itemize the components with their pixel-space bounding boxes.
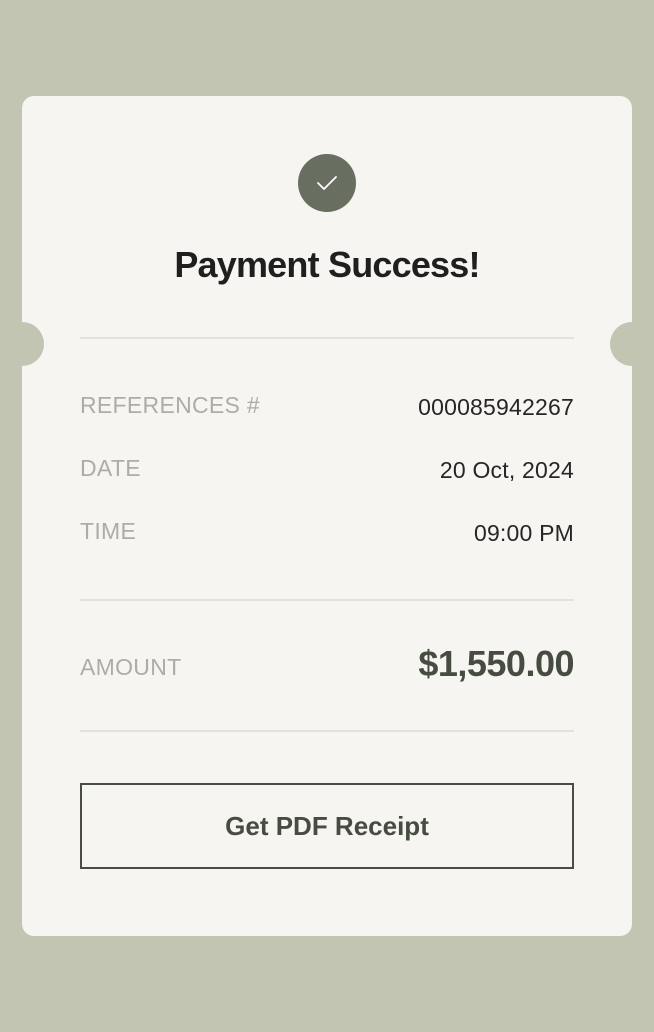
divider-top (80, 337, 574, 339)
ticket-notch-right (610, 322, 654, 366)
success-badge (298, 154, 356, 212)
date-label: DATE (80, 455, 141, 481)
detail-row-time: TIME 09:00 PM (80, 518, 574, 552)
ticket-notch-left (0, 322, 44, 366)
amount-value: $1,550.00 (418, 643, 574, 684)
amount-row: AMOUNT $1,550.00 (80, 643, 574, 693)
receipt-card: Payment Success! REFERENCES # 0000859422… (0, 96, 654, 936)
divider-bottom (80, 730, 574, 732)
get-pdf-receipt-button[interactable]: Get PDF Receipt (80, 783, 574, 869)
page-title: Payment Success! (174, 244, 480, 285)
time-value: 09:00 PM (473, 520, 574, 546)
divider-middle (80, 599, 574, 601)
detail-row-reference: REFERENCES # 000085942267 (80, 392, 574, 426)
date-value: 20 Oct, 2024 (439, 457, 574, 483)
detail-row-date: DATE 20 Oct, 2024 (80, 455, 574, 489)
reference-value: 000085942267 (418, 394, 574, 420)
time-label: TIME (80, 518, 137, 544)
amount-label: AMOUNT (80, 654, 182, 680)
check-icon (316, 175, 338, 191)
reference-label: REFERENCES # (80, 392, 260, 418)
